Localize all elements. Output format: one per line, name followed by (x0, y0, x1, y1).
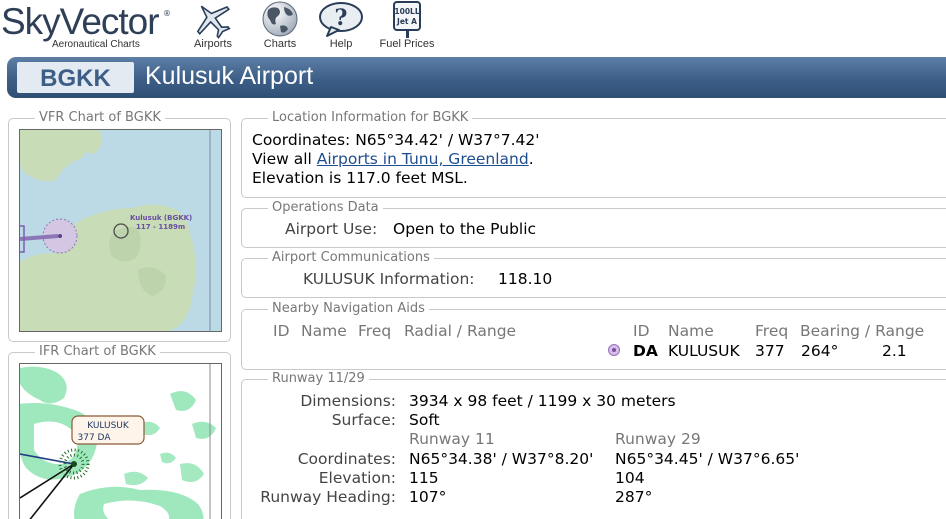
runway-end-2-heading-value: 287° (615, 488, 653, 506)
location-info-legend: Location Information for BGKK (268, 110, 473, 125)
airplane-icon (196, 5, 231, 39)
runway-dimensions-value: 3934 x 98 feet / 1199 x 30 meters (409, 392, 676, 410)
runway-end-1-heading-value: 107° (409, 488, 447, 506)
runway-elevation-label: Elevation: (318, 469, 396, 487)
vfr-chart-map[interactable]: Kulusuk (BGKK) 117 - 1189m (19, 129, 222, 332)
runway-legend: Runway 11/29 (268, 371, 369, 386)
nav-help-button[interactable]: ? Help (314, 0, 368, 56)
ifr-chart-panel: IFR Chart of BGKK KULUSUK 377 DA (8, 344, 231, 519)
navaids-right-header-id: ID (633, 322, 650, 340)
skyvector-logo[interactable]: SkyVector ® Aeronautical Charts (0, 0, 180, 56)
frequency-value: 118.10 (498, 270, 553, 288)
airport-use-value: Open to the Public (393, 220, 537, 238)
svg-text:?: ? (335, 5, 348, 31)
fuel-sign-line-2: Jet A (396, 17, 417, 26)
airport-use-label: Airport Use: (285, 220, 378, 238)
nav-fuel-prices-label: Fuel Prices (379, 38, 435, 50)
logo-wordmark: SkyVector (1, 1, 160, 42)
vfr-chart-airport-label: Kulusuk (BGKK) (130, 214, 192, 222)
navaids-right-header-bearing-range: Bearing / Range (800, 322, 925, 340)
runway-end-1-elevation: 115 (409, 469, 439, 487)
runway-end-1-coordinates: N65°34.38' / W37°8.20' (409, 450, 594, 468)
nav-airports-button[interactable]: Airports (186, 0, 240, 56)
navaids-left-header-radial-range: Radial / Range (404, 322, 517, 340)
frequency-label: KULUSUK Information: (303, 270, 475, 288)
logo-tagline: Aeronautical Charts (52, 39, 140, 50)
ifr-chart-legend: IFR Chart of BGKK (35, 344, 160, 359)
navaid-freq: 377 (755, 342, 785, 360)
fuel-sign-icon: 100LL Jet A (393, 1, 421, 38)
nav-charts-button[interactable]: Charts (254, 0, 306, 56)
navaid-name: KULUSUK (668, 342, 740, 360)
coordinates-text: Coordinates: N65°34.42' / W37°7.42' (252, 131, 540, 149)
runway-surface-value: Soft (409, 411, 440, 429)
navaids-panel: Nearby Navigation Aids ID Name Freq Radi… (241, 301, 946, 370)
navaids-left-header-freq: Freq (358, 322, 392, 340)
operations-data-panel: Operations Data Airport Use: Open to the… (241, 200, 946, 248)
airports-in-region-link[interactable]: Airports in Tunu, Greenland (317, 150, 529, 168)
nav-fuel-prices-button[interactable]: 100LL Jet A Fuel Prices (374, 0, 440, 56)
nav-help-label: Help (329, 38, 353, 50)
navaids-right-header-name: Name (668, 322, 714, 340)
ifr-chart-map[interactable]: KULUSUK 377 DA (19, 363, 222, 519)
location-info-panel: Location Information for BGKK Coordinate… (241, 110, 946, 198)
runway-heading-label: Runway Heading: (260, 488, 396, 506)
navaids-left-header-id: ID (273, 322, 290, 340)
airport-ident-box: BGKK (17, 62, 134, 93)
airport-name: Kulusuk Airport (145, 62, 314, 90)
operations-data-legend: Operations Data (268, 200, 383, 215)
fuel-sign-line-1: 100LL (394, 7, 419, 16)
runway-end-2-elevation: 104 (615, 469, 645, 487)
navaids-legend: Nearby Navigation Aids (268, 301, 429, 316)
globe-icon (262, 1, 298, 37)
ifr-chart-graphic: KULUSUK 377 DA (20, 364, 216, 519)
runway-surface-label: Surface: (331, 411, 396, 429)
navaid-id[interactable]: DA (633, 342, 658, 361)
runway-end-1-heading: Runway 11 (409, 430, 495, 448)
vfr-chart-graphic: Kulusuk (BGKK) 117 - 1189m (20, 130, 211, 331)
runway-end-2-heading: Runway 29 (615, 430, 701, 448)
view-all-suffix: . (528, 150, 534, 168)
top-navigation: SkyVector ® Aeronautical Charts Airports… (0, 0, 946, 56)
vfr-chart-legend: VFR Chart of BGKK (35, 110, 165, 125)
vfr-chart-panel: VFR Chart of BGKK Kulusuk (BGKK) 117 - 1… (8, 110, 231, 342)
airport-title-bar: BGKK Kulusuk Airport (7, 57, 946, 98)
navaids-right-header-freq: Freq (755, 322, 789, 340)
navaids-left-header-name: Name (301, 322, 347, 340)
runway-end-2-coordinates: N65°34.45' / W37°6.65' (615, 450, 800, 468)
ifr-chart-airport-info: 377 DA (78, 433, 112, 443)
help-icon: ? (319, 2, 363, 37)
ifr-chart-airport-label: KULUSUK (87, 421, 130, 431)
nav-charts-label: Charts (263, 38, 297, 50)
registered-mark: ® (163, 9, 171, 18)
runway-dimensions-label: Dimensions: (300, 392, 396, 410)
communications-panel: Airport Communications KULUSUK Informati… (241, 250, 946, 298)
navaid-bearing: 264° (801, 342, 839, 360)
airport-ident: BGKK (40, 65, 111, 92)
view-all-prefix: View all (252, 150, 317, 168)
runway-coordinates-label: Coordinates: (297, 450, 396, 468)
nav-airports-label: Airports (194, 38, 232, 50)
elevation-text: Elevation is 117.0 feet MSL. (252, 169, 468, 187)
vfr-chart-airport-info: 117 - 1189m (136, 223, 185, 231)
ndb-icon (608, 344, 620, 356)
navaid-range: 2.1 (882, 342, 907, 360)
communications-legend: Airport Communications (268, 250, 434, 265)
view-all-line: View all Airports in Tunu, Greenland. (252, 150, 534, 169)
runway-panel: Runway 11/29 Dimensions: 3934 x 98 feet … (241, 371, 946, 519)
